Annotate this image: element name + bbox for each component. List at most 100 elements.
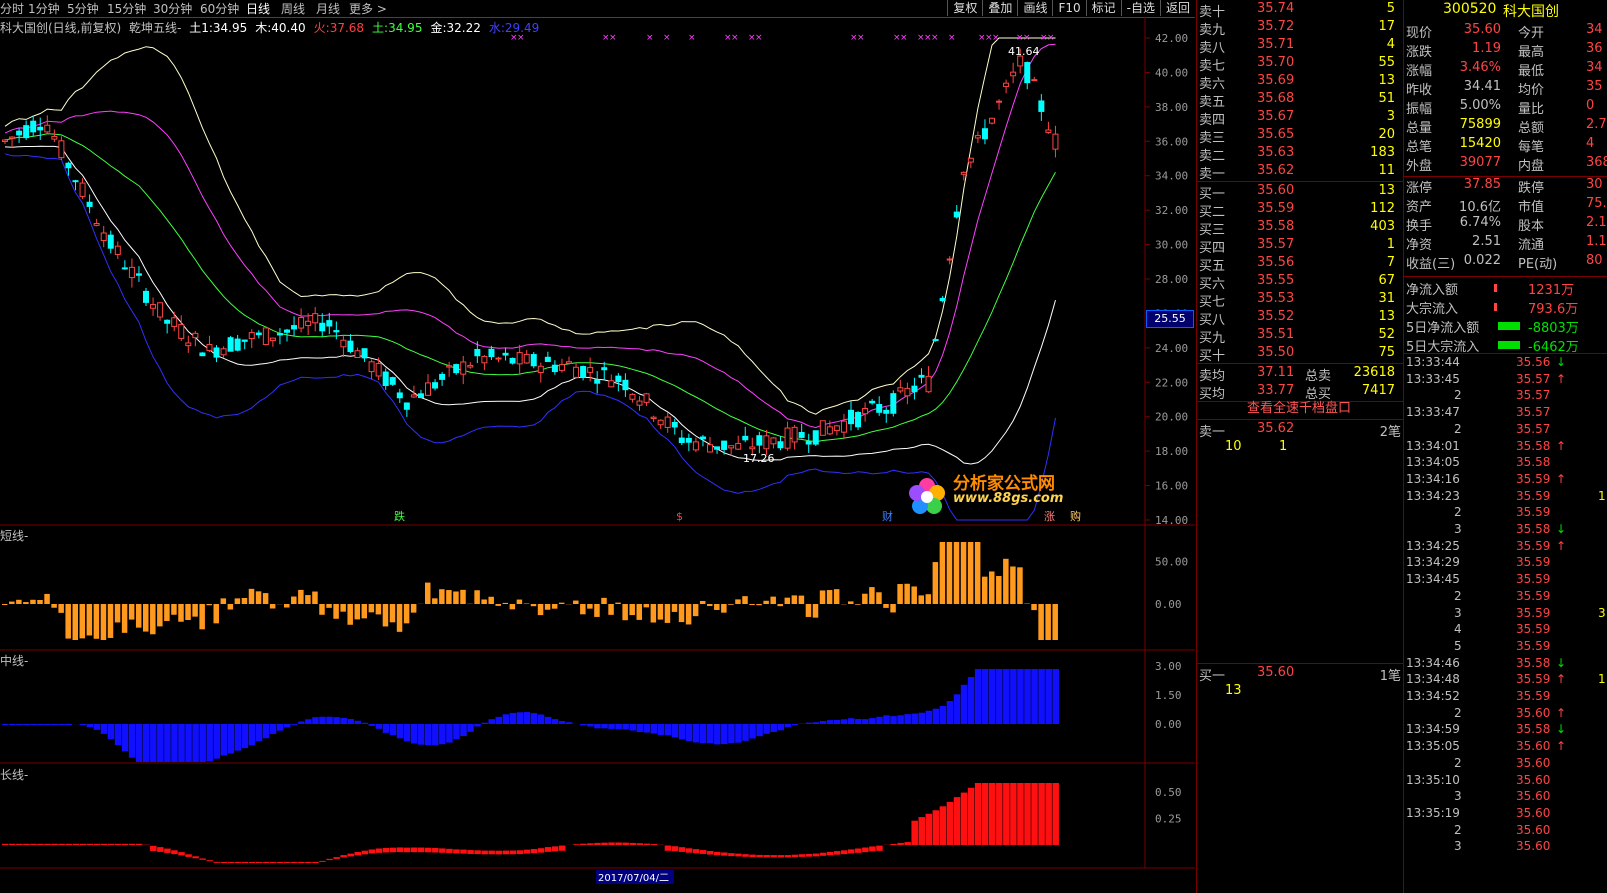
long-bar <box>164 848 171 853</box>
long-bar <box>756 854 763 858</box>
short-bar <box>65 604 71 639</box>
mid-bar <box>587 724 594 727</box>
short-bar <box>1031 604 1037 611</box>
mid-bar <box>143 724 150 762</box>
bid-row[interactable]: 买二 35.59 112 <box>1197 201 1403 220</box>
mid-bar <box>918 712 925 724</box>
quote-key: 涨停 <box>1406 181 1433 196</box>
short-bar <box>763 600 769 604</box>
trade-tick-row: 13:35:10 35.60 <box>1406 773 1607 789</box>
ask-row[interactable]: 卖十 35.74 5 <box>1197 1 1403 20</box>
mid-bar <box>65 724 72 725</box>
short-bar <box>946 542 953 604</box>
mid-bar <box>100 724 108 734</box>
bid-row[interactable]: 买一 35.60 13 <box>1197 183 1403 202</box>
bid-row[interactable]: 买十 35.50 75 <box>1197 345 1403 364</box>
sell1-price: 35.62 <box>1257 421 1295 436</box>
short-bar <box>164 604 170 621</box>
mid-bar <box>488 719 495 724</box>
bid-row[interactable]: 买九 35.51 52 <box>1197 327 1403 346</box>
ask-row[interactable]: 卖三 35.65 20 <box>1197 127 1403 146</box>
long-bar <box>16 843 23 845</box>
short-bar <box>678 604 685 623</box>
ask-row[interactable]: 卖九 35.72 17 <box>1197 19 1403 38</box>
event-mark[interactable]: 财 <box>882 509 893 523</box>
trade-tick-row: 3 35.58 ↓ <box>1406 522 1607 538</box>
candle <box>481 355 488 371</box>
short-bar <box>967 542 974 604</box>
candle <box>432 379 439 391</box>
candle <box>876 396 883 416</box>
ask-row[interactable]: 卖二 35.63 183 <box>1197 145 1403 164</box>
ask-row[interactable]: 卖一 35.62 11 <box>1197 163 1403 182</box>
short-bar <box>925 594 932 604</box>
trade-tick-row: 13:33:44 35.56 ↓ <box>1406 355 1607 371</box>
bid-row[interactable]: 买六 35.55 67 <box>1197 273 1403 292</box>
bid-row[interactable]: 买七 35.53 31 <box>1197 291 1403 310</box>
short-bar <box>812 604 819 618</box>
mid-bar <box>333 717 340 724</box>
tick-price: 35.59 <box>1516 605 1551 620</box>
candle <box>37 117 44 140</box>
quote-key2: 总额 <box>1518 121 1545 136</box>
quote-divider <box>1403 353 1607 354</box>
bid-row[interactable]: 买三 35.58 403 <box>1197 219 1403 238</box>
sell1-queue-row[interactable]: 卖一 35.62 2笔 <box>1197 421 1403 440</box>
long-bar <box>446 848 453 854</box>
mid-bar <box>79 724 87 726</box>
ask-volume: 20 <box>1378 127 1395 142</box>
mid-bar <box>227 724 235 754</box>
flow-value: -8803万 <box>1528 321 1579 336</box>
ask-row[interactable]: 卖八 35.71 4 <box>1197 37 1403 56</box>
short-bar <box>333 604 339 619</box>
up-arrow-icon: ↑ <box>1556 705 1567 720</box>
event-mark[interactable]: 跌 <box>394 509 405 523</box>
quote-key2: 股本 <box>1518 219 1545 234</box>
bid-label: 买四 <box>1199 241 1226 256</box>
bid-row[interactable]: 买五 35.56 7 <box>1197 255 1403 274</box>
long-bar <box>530 849 538 854</box>
buy1-queue-row[interactable]: 买一 35.60 1笔 <box>1197 665 1403 684</box>
tick-volume: 3 <box>1598 605 1606 620</box>
mid-bar <box>37 724 44 725</box>
ask-row[interactable]: 卖六 35.69 13 <box>1197 73 1403 92</box>
candle <box>150 297 157 316</box>
kline-chart[interactable]: 42.00 40.00 38.00 36.00 34.00 32.00 30.00 28.00… <box>0 0 1195 893</box>
band-center-line <box>4 133 1056 443</box>
ask-row[interactable]: 卖四 35.67 3 <box>1197 109 1403 128</box>
long-bar <box>319 860 326 862</box>
bid-row[interactable]: 买八 35.52 13 <box>1197 309 1403 328</box>
quote-value: 34.41 <box>1463 79 1501 94</box>
bid-row[interactable]: 买四 35.57 1 <box>1197 237 1403 256</box>
mid-bar <box>284 724 291 728</box>
candle <box>636 395 643 411</box>
full-depth-button[interactable]: 查看全速千档盘口 <box>1196 397 1402 416</box>
short-bar <box>93 604 100 639</box>
long-bar <box>996 783 1003 845</box>
trade-tick-row: 2 35.57 <box>1406 388 1607 404</box>
event-mark[interactable]: $ <box>676 510 683 523</box>
mid-bar <box>107 724 115 740</box>
long-bar <box>347 853 354 857</box>
mid-bar <box>51 724 58 725</box>
mid-bar <box>114 724 122 746</box>
long-bar <box>953 797 961 845</box>
candle <box>551 360 558 375</box>
ask-row[interactable]: 卖五 35.68 51 <box>1197 91 1403 110</box>
quote-key2: 今开 <box>1518 26 1545 41</box>
long-bar <box>608 842 615 845</box>
long-bar <box>594 842 601 845</box>
trade-tick-row: 2 35.60 <box>1406 756 1607 772</box>
order-book: 卖十 35.74 5 卖九 35.72 17 卖八 35.71 4 卖七 35.70 55 卖六 35.6… <box>1196 0 1404 893</box>
mid-bar <box>121 724 129 752</box>
mid-bar <box>1010 669 1017 724</box>
bid-volume: 112 <box>1370 201 1395 216</box>
long-bar <box>862 847 869 853</box>
long-bar <box>692 849 700 854</box>
sell1-count: 2笔 <box>1379 425 1401 440</box>
mid-bar <box>580 724 587 726</box>
candle <box>855 411 862 431</box>
ask-row[interactable]: 卖七 35.70 55 <box>1197 55 1403 74</box>
ask-volume: 51 <box>1378 91 1395 106</box>
tick-price: 35.57 <box>1516 388 1551 403</box>
